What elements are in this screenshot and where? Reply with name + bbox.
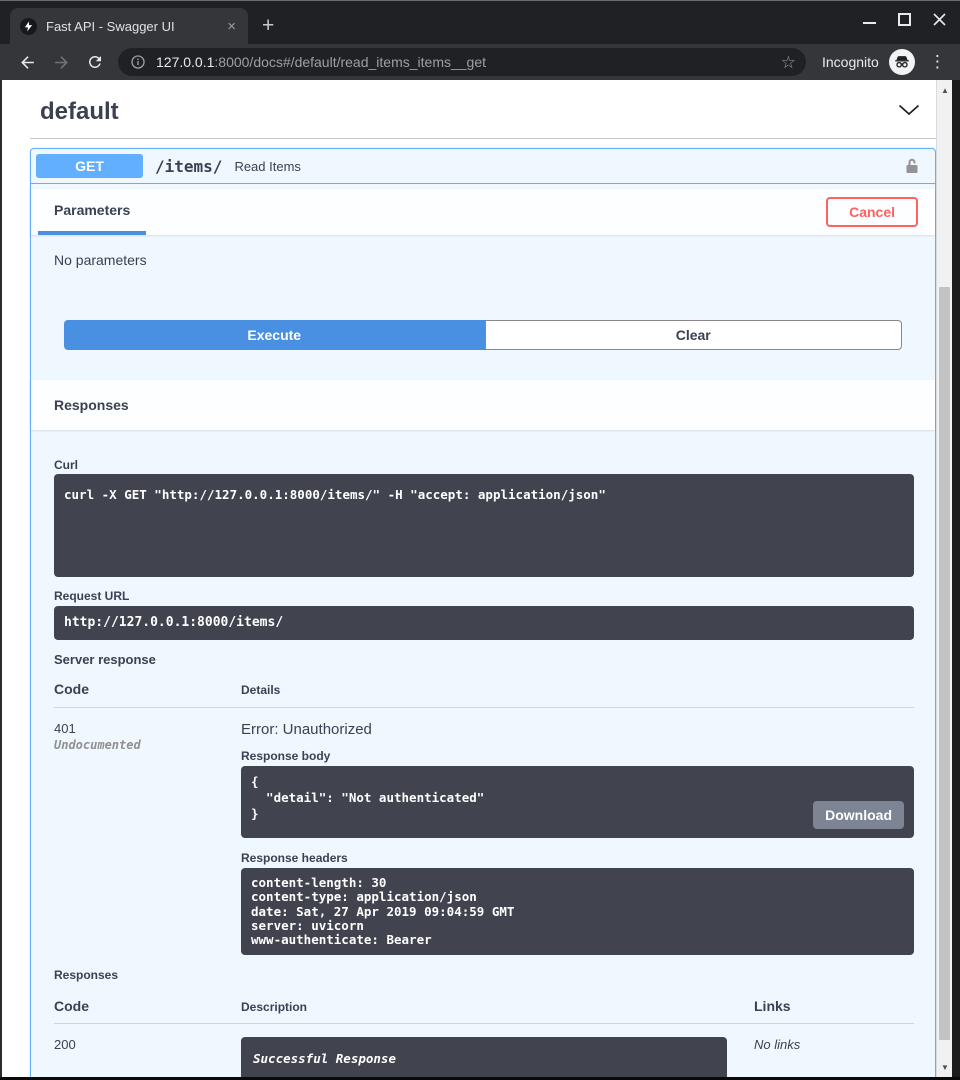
page-viewport: ▲ ▼ default GET /items/ Read Items [0, 80, 960, 1080]
execute-row: Execute Clear [64, 320, 902, 350]
cancel-button[interactable]: Cancel [826, 197, 918, 227]
forward-icon[interactable] [48, 49, 74, 75]
col-description: Description [241, 1000, 754, 1014]
no-parameters-text: No parameters [31, 235, 935, 278]
table-row: 200 Successful Response No links [54, 1024, 914, 1080]
undocumented-note: Undocumented [54, 738, 241, 752]
server-response-label: Server response [54, 652, 914, 667]
status-code: 200 [54, 1037, 241, 1080]
reload-icon[interactable] [82, 49, 108, 75]
parameters-header: Parameters Cancel [31, 189, 935, 235]
window-controls [863, 13, 946, 26]
minimize-icon[interactable] [863, 13, 876, 26]
table-header: Code Description Links [54, 998, 914, 1024]
execute-button[interactable]: Execute [64, 320, 485, 350]
bookmark-star-icon[interactable]: ☆ [781, 54, 796, 71]
url-host: 127.0.0.1 [156, 54, 214, 70]
curl-command[interactable]: curl -X GET "http://127.0.0.1:8000/items… [54, 474, 914, 577]
col-code: Code [54, 681, 241, 697]
auth-lock-icon[interactable] [902, 156, 922, 176]
tab-close-icon[interactable]: × [223, 18, 240, 35]
browser-toolbar: 127.0.0.1:8000/docs#/default/read_items_… [0, 44, 960, 80]
page-info-icon[interactable] [130, 54, 146, 70]
fastapi-logo-icon [20, 18, 37, 35]
response-description: Successful Response [241, 1037, 727, 1080]
table-header: Code Details [54, 681, 914, 708]
tab-parameters[interactable]: Parameters [38, 189, 146, 235]
request-url-value: http://127.0.0.1:8000/items/ [54, 606, 914, 640]
method-badge: GET [36, 154, 143, 178]
new-tab-icon[interactable]: + [262, 14, 274, 38]
tab-strip: Fast API - Swagger UI × + [0, 0, 960, 44]
response-code-cell: 401 Undocumented [54, 721, 241, 955]
browser-tab[interactable]: Fast API - Swagger UI × [10, 8, 248, 44]
opblock-summary[interactable]: GET /items/ Read Items [31, 149, 935, 184]
browser-window: Fast API - Swagger UI × + 127.0.0.1:8000… [0, 0, 960, 1080]
response-headers-code: content-length: 30 content-type: applica… [241, 868, 914, 955]
window-edge-right [952, 80, 960, 1080]
table-row: 401 Undocumented Error: Unauthorized Res… [54, 708, 914, 955]
scrollbar-thumb[interactable] [939, 287, 950, 1040]
close-icon[interactable] [933, 13, 946, 26]
url-path: :8000/docs#/default/read_items_items__ge… [214, 54, 486, 70]
menu-kebab-icon[interactable]: ⋮ [929, 52, 946, 72]
url-bar[interactable]: 127.0.0.1:8000/docs#/default/read_items_… [118, 48, 806, 76]
page-title: default [40, 98, 119, 126]
col-details: Details [241, 683, 914, 697]
description-cell: Successful Response [241, 1037, 754, 1080]
responses-header: Responses [31, 380, 935, 430]
clear-button[interactable]: Clear [485, 320, 903, 350]
incognito-label: Incognito [822, 54, 879, 70]
curl-label: Curl [54, 458, 914, 472]
links-cell: No links [754, 1037, 914, 1080]
opblock-get-items: GET /items/ Read Items Parameters Cancel… [30, 148, 936, 1080]
documented-responses-label: Responses [54, 968, 914, 982]
tag-section-header[interactable]: default [30, 96, 936, 139]
endpoint-path: /items/ [155, 157, 222, 176]
endpoint-summary: Read Items [234, 159, 902, 174]
status-code: 401 [54, 721, 241, 736]
server-response-table: Code Details 401 Undocumented Error: Una… [54, 681, 914, 955]
documented-responses-table: Code Description Links 200 Successful Re… [54, 998, 914, 1080]
swagger-ui: default GET /items/ Read Items [0, 80, 960, 1080]
error-title: Error: Unauthorized [241, 721, 914, 738]
scrollbar[interactable]: ▲ ▼ [936, 80, 952, 1077]
response-details-cell: Error: Unauthorized Response body { "det… [241, 721, 914, 955]
back-icon[interactable] [14, 49, 40, 75]
url-text[interactable]: 127.0.0.1:8000/docs#/default/read_items_… [156, 54, 781, 70]
download-button[interactable]: Download [813, 801, 904, 829]
maximize-icon[interactable] [898, 13, 911, 26]
parameters-tab-label: Parameters [54, 202, 130, 218]
chevron-down-icon[interactable] [898, 103, 920, 121]
request-url-label: Request URL [54, 589, 914, 603]
tab-title: Fast API - Swagger UI [46, 19, 223, 34]
response-body-label: Response body [241, 749, 914, 763]
incognito-icon [889, 49, 915, 75]
scroll-up-icon[interactable]: ▲ [937, 82, 953, 98]
window-edge-left [0, 80, 2, 1080]
col-code: Code [54, 998, 241, 1014]
responses-header-label: Responses [54, 397, 129, 413]
scroll-down-icon[interactable]: ▼ [937, 1059, 953, 1075]
col-links: Links [754, 998, 914, 1014]
responses-body: Curl curl -X GET "http://127.0.0.1:8000/… [31, 430, 935, 1080]
response-headers-label: Response headers [241, 851, 914, 865]
